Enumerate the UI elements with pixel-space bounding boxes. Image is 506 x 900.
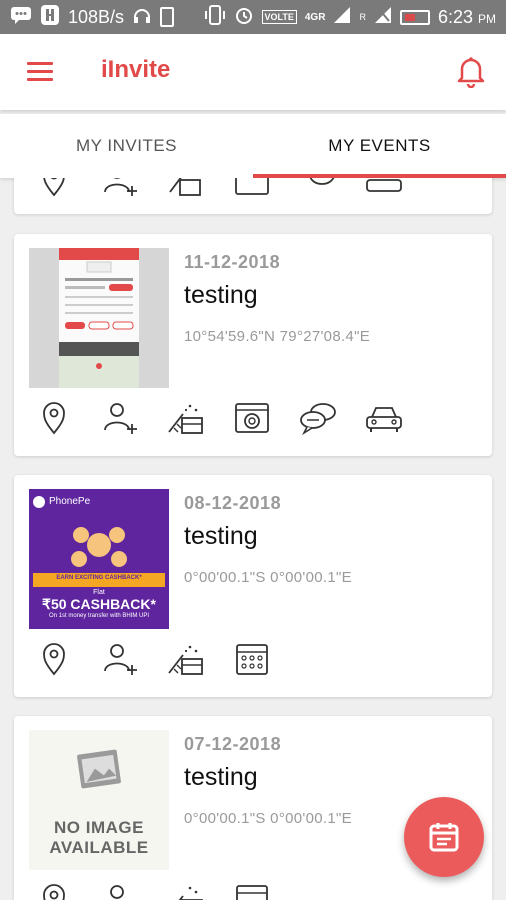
event-card[interactable] <box>14 178 492 214</box>
event-info: 11-12-2018 testing 10°54'59.6"N 79°27'08… <box>184 252 370 345</box>
chat-icon[interactable] <box>298 400 338 436</box>
tab-bar: MY INVITES MY EVENTS <box>0 114 506 178</box>
add-guest-icon[interactable] <box>100 882 140 900</box>
phone-icon <box>160 7 175 27</box>
event-info: 08-12-2018 testing 0°00'00.1"S 0°00'00.1… <box>184 493 352 586</box>
event-thumbnail <box>29 248 169 388</box>
gift-icon[interactable] <box>166 882 206 900</box>
promo-banner: EARN EXCITING CASHBACK* <box>56 575 142 581</box>
brand-name: PhonePe <box>49 496 91 507</box>
event-coordinates: 10°54'59.6"N 79°27'08.4"E <box>184 328 371 345</box>
volte-badge: VOLTE <box>261 10 297 24</box>
message-icon <box>10 6 32 29</box>
gift-icon[interactable] <box>166 400 206 436</box>
event-thumbnail: PhonePe EARN EXCITING CASHBACK* Flat ₹50… <box>29 489 169 629</box>
image-placeholder-icon <box>77 749 121 789</box>
promo-cashback: ₹50 CASHBACK* <box>42 596 156 612</box>
alarm-icon <box>234 5 254 30</box>
event-name: testing <box>184 522 258 550</box>
gift-icon[interactable] <box>166 178 206 198</box>
no-image-text-2: AVAILABLE <box>49 838 149 857</box>
event-card[interactable]: 11-12-2018 testing 10°54'59.6"N 79°27'08… <box>14 234 492 456</box>
app-title: iInvite <box>101 56 171 83</box>
promo-flat: Flat <box>93 589 105 596</box>
event-name: testing <box>184 763 258 791</box>
no-image-text-1: NO IMAGE <box>54 818 144 837</box>
battery-icon <box>399 9 430 25</box>
chat-icon[interactable] <box>298 178 338 198</box>
calendar-icon[interactable] <box>232 882 272 900</box>
event-info: 07-12-2018 testing 0°00'00.1"S 0°00'00.1… <box>184 734 352 827</box>
add-guest-icon[interactable] <box>100 400 140 436</box>
signal-icon <box>333 6 351 29</box>
location-icon[interactable] <box>34 400 74 436</box>
no-image-placeholder: NO IMAGE AVAILABLE <box>29 730 169 870</box>
gift-icon[interactable] <box>166 641 206 677</box>
event-coordinates: 0°00'00.1"S 0°00'00.1"E <box>184 569 352 586</box>
menu-icon[interactable] <box>27 62 53 82</box>
car-icon[interactable] <box>364 178 404 198</box>
headset-icon <box>132 5 152 30</box>
add-guest-icon[interactable] <box>100 178 140 198</box>
signal-icon-2 <box>374 6 392 29</box>
location-icon[interactable] <box>34 882 74 900</box>
calendar-icon <box>429 823 459 852</box>
calendar-icon[interactable] <box>232 641 272 677</box>
roaming-indicator: R <box>359 12 366 22</box>
event-coordinates: 0°00'00.1"S 0°00'00.1"E <box>184 810 352 827</box>
event-date: 08-12-2018 <box>184 493 282 513</box>
photo-gallery-icon[interactable] <box>232 400 272 436</box>
tab-my-events[interactable]: MY EVENTS <box>253 114 506 178</box>
create-event-fab[interactable] <box>404 797 484 877</box>
event-name: testing <box>184 281 258 309</box>
location-icon[interactable] <box>34 178 74 198</box>
event-date: 11-12-2018 <box>184 252 281 272</box>
events-list[interactable]: 11-12-2018 testing 10°54'59.6"N 79°27'08… <box>0 178 506 900</box>
net-speed: 108B/s <box>68 6 125 27</box>
event-date: 07-12-2018 <box>184 734 282 754</box>
photo-gallery-icon[interactable] <box>232 178 272 198</box>
notification-bell-icon[interactable] <box>456 54 486 89</box>
status-bar: 108B/s VOLTE 4GR R 6:23 PM <box>0 0 506 34</box>
car-icon[interactable] <box>364 400 404 436</box>
promo-subtitle: On 1st money transfer with BHIM UPI <box>48 613 150 619</box>
app-notification-icon <box>40 4 60 31</box>
tab-my-invites[interactable]: MY INVITES <box>0 114 253 178</box>
event-card[interactable]: PhonePe EARN EXCITING CASHBACK* Flat ₹50… <box>14 475 492 697</box>
network-type: 4GR <box>304 11 326 23</box>
clock: 6:23 PM <box>437 6 496 27</box>
location-icon[interactable] <box>34 641 74 677</box>
vibrate-icon <box>204 4 226 30</box>
add-guest-icon[interactable] <box>100 641 140 677</box>
app-bar: iInvite <box>0 34 506 110</box>
